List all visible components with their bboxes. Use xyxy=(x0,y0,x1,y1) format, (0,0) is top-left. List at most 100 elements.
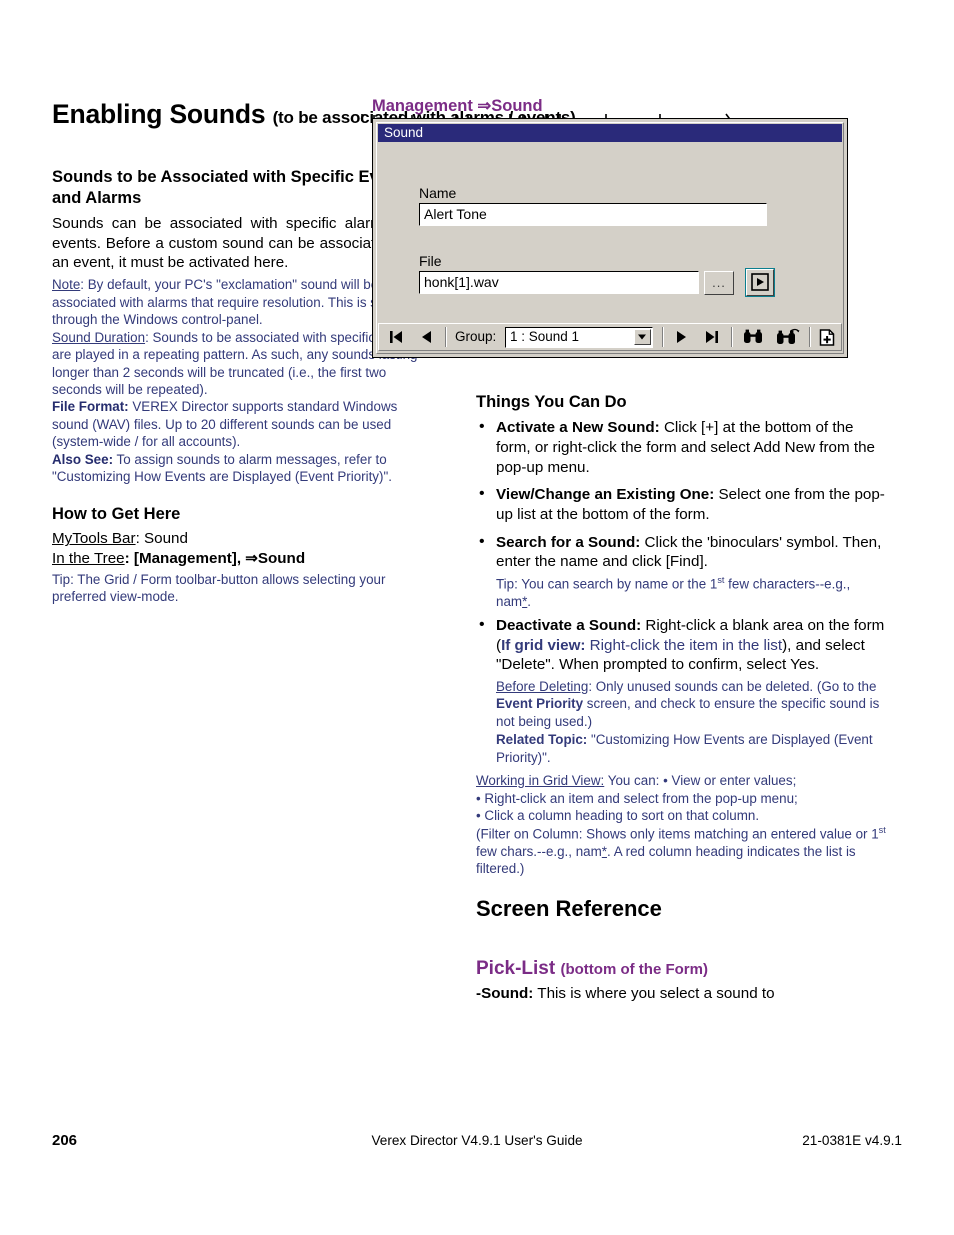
grid-view-line-2: • Right-click an item and select from th… xyxy=(476,790,798,806)
find-button[interactable] xyxy=(741,328,767,347)
also-see-label: Also See: xyxy=(52,451,114,467)
file-format-block: File Format: VEREX Director supports sta… xyxy=(52,398,424,450)
list-item: View/Change an Existing One: Select one … xyxy=(476,484,888,524)
add-new-record-button[interactable] xyxy=(817,328,839,347)
working-in-grid-view-label: Working in Grid View: xyxy=(476,772,605,788)
next-record-button[interactable] xyxy=(671,328,693,347)
last-record-icon xyxy=(706,331,718,343)
things-you-can-do-list: Activate a New Sound: Click [+] at the b… xyxy=(476,417,888,766)
name-input[interactable]: Alert Tone xyxy=(419,203,767,226)
name-field-label: Name xyxy=(419,185,457,201)
pick-list-subtitle: (bottom of the Form) xyxy=(560,961,708,979)
intro-paragraph: Sounds can be associated with specific a… xyxy=(52,215,424,271)
bullet-label-search: Search for a Sound: xyxy=(496,533,641,551)
how-to-tip: Tip: The Grid / Form toolbar-button allo… xyxy=(52,571,386,605)
in-the-tree-value-a: : [Management], xyxy=(124,550,246,568)
search-tip-a: Tip: You can search by name or the 1 xyxy=(496,576,718,592)
search-tip-c: . xyxy=(527,593,532,609)
list-item: Search for a Sound: Click the 'binocular… xyxy=(476,531,888,572)
page-title-main: Enabling Sounds xyxy=(52,99,266,129)
bullet-label-activate: Activate a New Sound: xyxy=(496,419,660,437)
event-priority-ref: Event Priority xyxy=(496,696,584,712)
grid-view-line-4b: few chars.--e.g., nam xyxy=(476,843,602,859)
footer-center-text: Verex Director V4.9.1 User's Guide xyxy=(371,1133,583,1148)
pick-list-heading: Pick-List (bottom of the Form) xyxy=(476,958,888,981)
bullet-label-view-change: View/Change an Existing One: xyxy=(496,486,715,504)
note-block: Note: By default, your PC's "exclamation… xyxy=(52,276,424,328)
right-column: Things You Can Do Activate a New Sound: … xyxy=(476,392,888,1004)
file-input[interactable]: honk[1].wav xyxy=(419,271,699,294)
group-select[interactable]: 1 : Sound 1 xyxy=(505,327,653,348)
toolbar-separator xyxy=(731,327,733,347)
list-item: Deactivate a Sound: Right-click a blank … xyxy=(476,615,888,675)
mytools-bar-line: MyTools Bar: Sound xyxy=(52,529,424,549)
grid-view-superscript: st xyxy=(878,824,886,835)
play-sound-button[interactable] xyxy=(745,268,775,297)
pick-list-entry-label: Sound: xyxy=(481,984,534,1002)
file-format-label: File Format: xyxy=(52,399,129,415)
next-record-icon xyxy=(677,331,686,343)
note-text: : By default, your PC's "exclamation" so… xyxy=(52,277,389,328)
mytools-bar-label: MyTools Bar xyxy=(52,530,136,548)
section-title-sounds-associated: Sounds to be Associated with Specific Ev… xyxy=(52,168,413,207)
in-the-tree-label: In the Tree xyxy=(52,550,125,568)
ellipsis-icon: ... xyxy=(712,275,726,290)
pick-list-title: Pick-List xyxy=(476,958,556,980)
also-see-block: Also See: To assign sounds to alarm mess… xyxy=(52,451,424,486)
before-deleting-text-a: : Only unused sounds can be deleted. (Go… xyxy=(588,678,877,694)
before-deleting-note: Before Deleting: Only unused sounds can … xyxy=(476,678,888,766)
previous-record-icon xyxy=(422,331,431,343)
screen-reference-heading: Screen Reference xyxy=(476,895,662,921)
first-record-button[interactable] xyxy=(387,328,409,347)
group-label: Group: xyxy=(455,329,497,344)
search-tip: Tip: You can search by name or the 1st f… xyxy=(476,575,888,610)
toolbar-separator xyxy=(809,327,811,347)
grid-view-line-4a: (Filter on Column: Shows only items matc… xyxy=(476,826,879,842)
if-grid-view-text: Right-click the item in the list xyxy=(585,636,783,654)
related-topic-label: Related Topic: xyxy=(496,732,588,748)
record-navigation-toolbar: Group: 1 : Sound 1 xyxy=(378,323,842,351)
section-title-how-to-get-here: How to Get Here xyxy=(52,505,181,524)
before-deleting-label: Before Deleting xyxy=(496,678,589,694)
if-grid-view-label: If grid view: xyxy=(501,636,586,654)
page-footer: 206 Verex Director V4.9.1 User's Guide 2… xyxy=(52,1132,902,1152)
file-field-label: File xyxy=(419,253,442,269)
add-document-icon xyxy=(819,329,835,346)
bullet-label-deactivate: Deactivate a Sound: xyxy=(496,617,642,635)
group-select-value: 1 : Sound 1 xyxy=(510,329,580,344)
callout-path-label: Management ⇒Sound xyxy=(372,97,543,115)
grid-view-line-1: You can: • View or enter values; xyxy=(604,772,797,788)
document-page: Enabling Sounds (to be associated with a… xyxy=(0,0,954,1235)
sound-dialog-window[interactable]: Sound Name Alert Tone File honk[1].wav .… xyxy=(372,118,848,358)
toolbar-separator xyxy=(662,327,664,347)
list-item: Activate a New Sound: Click [+] at the b… xyxy=(476,417,888,477)
pick-list-entry-text: This is where you select a sound to xyxy=(533,984,775,1002)
browse-button[interactable]: ... xyxy=(704,271,734,295)
sound-duration-block: Sound Duration: Sounds to be associated … xyxy=(52,329,424,399)
mytools-bar-value: : Sound xyxy=(135,530,188,548)
find-next-button[interactable] xyxy=(775,328,803,347)
binoculars-next-icon xyxy=(777,328,800,344)
previous-record-button[interactable] xyxy=(417,328,439,347)
sound-duration-label: Sound Duration xyxy=(52,329,146,345)
double-arrow-icon: ⇒ xyxy=(245,550,258,568)
grid-view-line-3: • Click a column heading to sort on that… xyxy=(476,808,760,824)
first-record-icon xyxy=(390,331,402,343)
note-label: Note xyxy=(52,277,81,293)
dialog-titlebar[interactable]: Sound xyxy=(378,124,842,142)
footer-document-id: 21-0381E v4.9.1 xyxy=(802,1133,902,1148)
pick-list-entry: -Sound: This is where you select a sound… xyxy=(476,984,888,1004)
working-in-grid-view-block: Working in Grid View: You can: • View or… xyxy=(476,772,888,878)
section-title-things-you-can-do: Things You Can Do xyxy=(476,393,627,411)
screen-reference-section: Screen Reference xyxy=(476,896,888,922)
left-column: Enabling Sounds (to be associated with a… xyxy=(52,99,576,606)
play-icon xyxy=(751,273,769,291)
in-the-tree-value-b: Sound xyxy=(257,550,306,568)
in-the-tree-line: In the Tree: [Management], ⇒Sound xyxy=(52,549,424,569)
last-record-button[interactable] xyxy=(701,328,723,347)
chevron-down-icon[interactable] xyxy=(634,329,651,345)
pick-list-section: Pick-List (bottom of the Form) -Sound: T… xyxy=(476,958,888,1003)
dialog-title-text: Sound xyxy=(384,125,424,140)
toolbar-separator xyxy=(445,327,447,347)
binoculars-icon xyxy=(744,329,762,343)
